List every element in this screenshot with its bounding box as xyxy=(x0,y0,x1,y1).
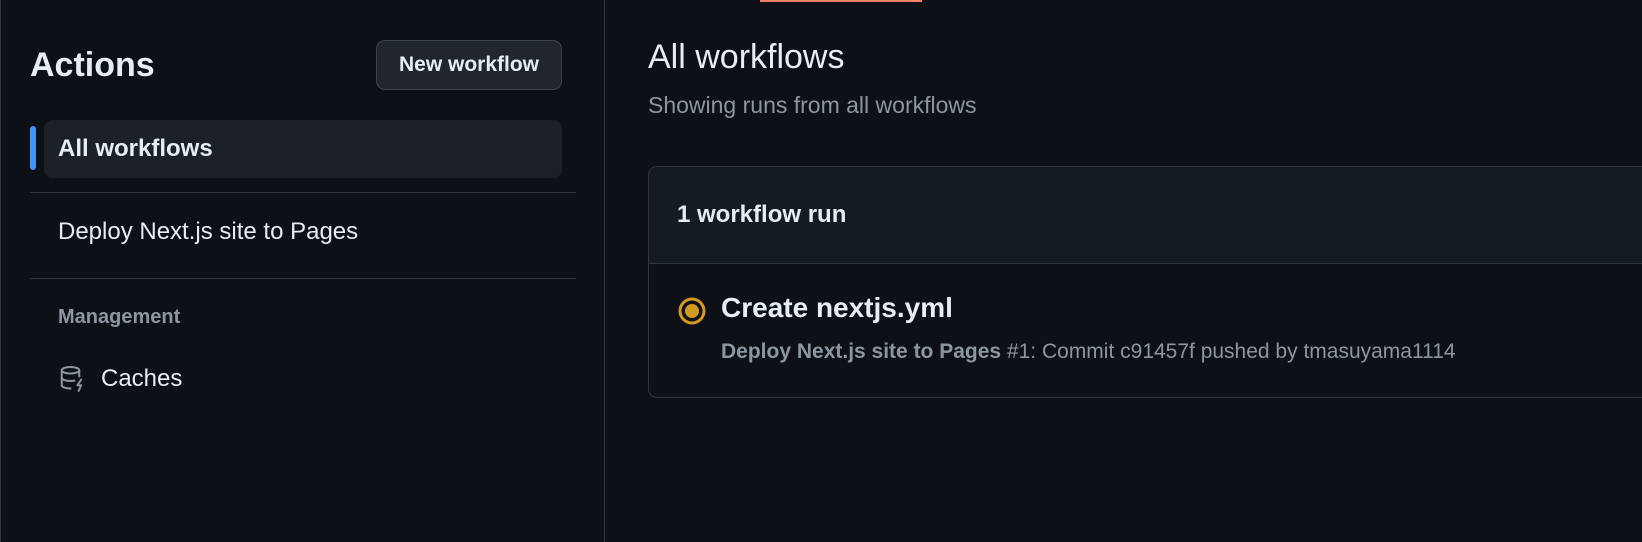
sidebar-header: Actions New workflow xyxy=(30,40,562,90)
sidebar-title: Actions xyxy=(30,45,155,84)
in-progress-status-icon xyxy=(677,296,707,326)
sidebar-item-all-workflows[interactable]: All workflows xyxy=(44,120,562,178)
run-meta: Deploy Next.js site to Pages #1: Commit … xyxy=(721,340,1456,364)
selected-indicator xyxy=(30,126,36,170)
sidebar-item-caches[interactable]: Caches xyxy=(44,350,562,408)
runs-count-header: 1 workflow run xyxy=(649,167,1642,264)
sidebar-divider xyxy=(30,278,576,279)
sidebar-item-label: Caches xyxy=(101,365,183,392)
workflow-runs-list: 1 workflow run Create nextjs.yml Deploy … xyxy=(648,166,1642,398)
section-label-management: Management xyxy=(58,306,181,328)
sidebar-divider xyxy=(30,192,576,193)
sidebar: Actions New workflow All workflows Deplo… xyxy=(0,0,605,542)
new-workflow-button[interactable]: New workflow xyxy=(375,40,562,90)
sidebar-item-deploy-nextjs[interactable]: Deploy Next.js site to Pages xyxy=(44,203,562,261)
run-workflow-name: Deploy Next.js site to Pages xyxy=(721,340,1002,363)
page-title: All workflows xyxy=(648,38,845,76)
runs-count: 1 workflow run xyxy=(677,201,847,228)
run-detail: #1: Commit c91457f pushed by tmasuyama11… xyxy=(1001,340,1456,363)
workflow-run-row[interactable]: Create nextjs.yml Deploy Next.js site to… xyxy=(649,264,1642,397)
run-title-link[interactable]: Create nextjs.yml xyxy=(721,292,953,324)
database-icon xyxy=(58,364,88,394)
sidebar-item-label: Deploy Next.js site to Pages xyxy=(58,218,359,245)
page-subtitle: Showing runs from all workflows xyxy=(648,92,977,118)
main-content: All workflows Showing runs from all work… xyxy=(606,0,1642,542)
app-frame: Actions New workflow All workflows Deplo… xyxy=(0,0,1642,542)
sidebar-item-label: All workflows xyxy=(58,135,213,162)
